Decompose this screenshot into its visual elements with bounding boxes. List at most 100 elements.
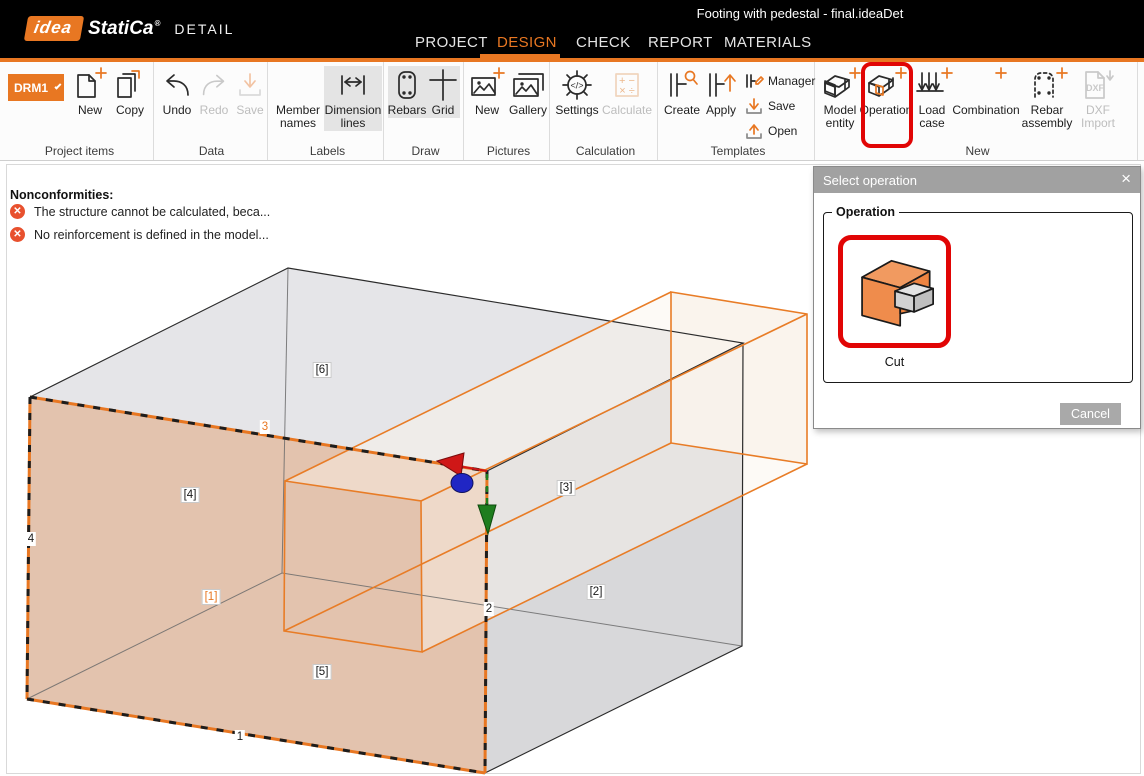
- template-manager-button[interactable]: Manager: [744, 68, 815, 93]
- new-project-item-button[interactable]: New: [70, 66, 110, 118]
- template-apply-button[interactable]: Apply: [702, 66, 740, 118]
- titlebar: idea StatiCa® DETAIL Footing with pedest…: [0, 0, 1144, 58]
- design-tab-underline: [480, 54, 560, 62]
- undo-button[interactable]: Undo: [158, 66, 196, 118]
- group-templates: Create Apply Manager Save Open Templates: [662, 62, 815, 160]
- face-label-6: [6]: [312, 362, 332, 378]
- calculate-icon: + − × ÷: [615, 73, 639, 97]
- module-name: DETAIL: [174, 20, 235, 37]
- gear-icon: </>: [562, 70, 592, 100]
- cut-box-end-face[interactable]: [671, 292, 807, 464]
- dxf-import-button[interactable]: DXF DXF Import: [1076, 66, 1120, 131]
- svg-text:A: A: [288, 71, 308, 101]
- dimension-lines-toggle[interactable]: Dimension lines: [324, 66, 382, 131]
- face-label-1: [1]: [201, 589, 221, 605]
- y-axis-blue-cone: [450, 473, 474, 493]
- model-entity-icon: [824, 67, 861, 98]
- cut-operation-tile[interactable]: [838, 235, 951, 348]
- dimension-arrows-icon: [341, 75, 365, 95]
- face-label-2: [2]: [586, 584, 606, 600]
- operation-cut-icon: [868, 67, 907, 97]
- group-data: Undo Redo Save Data: [156, 62, 268, 160]
- error-icon: ✕: [10, 227, 25, 242]
- copy-icon: [117, 70, 140, 98]
- operation-groupbox: Operation Cut: [823, 205, 1133, 383]
- tab-materials[interactable]: MATERIALS: [724, 34, 812, 51]
- save-icon: [239, 73, 261, 96]
- edge-label-1: 1: [234, 730, 246, 744]
- drm1-dropdown[interactable]: DRM1: [8, 74, 64, 101]
- template-manager-icon: [746, 73, 764, 88]
- group-labels: A Member names Dimension lines Labels: [272, 62, 384, 160]
- nonconformities-title: Nonconformities:: [10, 188, 114, 202]
- cancel-button[interactable]: Cancel: [1060, 403, 1121, 425]
- grid-axes-icon: [429, 69, 457, 101]
- copy-project-item-button[interactable]: Copy: [110, 66, 150, 118]
- template-save-button[interactable]: Save: [744, 93, 815, 118]
- tab-report[interactable]: REPORT: [648, 34, 713, 51]
- group-caption: New: [965, 144, 990, 158]
- registered-mark: ®: [154, 19, 161, 29]
- svg-text:</>: </>: [570, 81, 583, 91]
- ribbon: DRM1 New Copy Project items Undo Redo Sa…: [0, 62, 1144, 161]
- edge-label-3: 3: [259, 420, 271, 434]
- new-model-entity-button[interactable]: Model entity: [818, 66, 862, 131]
- svg-text:DXF: DXF: [1086, 83, 1105, 93]
- group-pictures: New Gallery Pictures: [468, 62, 550, 160]
- idea-statica-detail-window: idea StatiCa® DETAIL Footing with pedest…: [0, 0, 1144, 776]
- new-load-case-button[interactable]: Load case: [910, 66, 954, 131]
- new-operation-button[interactable]: Operation: [860, 66, 912, 118]
- group-new: Model entity Operation Load case Σ Combi…: [818, 62, 1138, 160]
- template-create-button[interactable]: Create: [662, 66, 702, 118]
- group-draw: Rebars Grid Draw: [388, 62, 464, 160]
- select-operation-dialog: Select operation × Operation Cut Cancel: [813, 166, 1141, 429]
- settings-button[interactable]: </> Settings: [554, 66, 600, 118]
- letter-a-icon: A: [280, 67, 316, 103]
- nonconformity-item: ✕ No reinforcement is defined in the mod…: [10, 227, 269, 242]
- group-project-items: DRM1 New Copy Project items: [6, 62, 154, 160]
- edge-label-2: 2: [483, 602, 495, 616]
- template-create-icon: [670, 70, 698, 97]
- dialog-header[interactable]: Select operation ×: [814, 167, 1140, 193]
- new-picture-button[interactable]: New: [468, 66, 506, 118]
- tab-check[interactable]: CHECK: [576, 34, 631, 51]
- load-case-icon: [916, 67, 953, 92]
- undo-icon: [166, 74, 189, 96]
- statica-logo-text: StatiCa®: [88, 17, 161, 39]
- member-names-toggle[interactable]: A Member names: [272, 66, 324, 131]
- group-caption: Templates: [710, 144, 766, 158]
- group-caption: Calculation: [575, 144, 636, 158]
- template-open-button[interactable]: Open: [744, 118, 815, 143]
- app-logo: idea StatiCa® DETAIL: [23, 16, 235, 41]
- rebars-toggle[interactable]: Rebars: [388, 66, 426, 118]
- gallery-icon: [513, 73, 544, 97]
- face-label-4: [4]: [180, 487, 200, 503]
- save-button[interactable]: Save: [232, 66, 268, 118]
- grid-toggle[interactable]: Grid: [426, 66, 460, 118]
- calculate-button[interactable]: + − × ÷ Calculate: [600, 66, 654, 118]
- rebar-stirrup-icon: [398, 71, 416, 99]
- close-icon[interactable]: ×: [1121, 169, 1131, 189]
- new-combination-button[interactable]: Σ Combination: [952, 66, 1020, 118]
- error-icon: ✕: [10, 204, 25, 219]
- new-picture-icon: [471, 67, 505, 96]
- dxf-file-icon: DXF: [1085, 70, 1114, 99]
- svg-text:Σ: Σ: [969, 70, 988, 103]
- redo-icon: [202, 74, 225, 96]
- tab-design[interactable]: DESIGN: [497, 34, 557, 51]
- group-caption: Labels: [309, 144, 346, 158]
- tab-project[interactable]: PROJECT: [415, 34, 488, 51]
- new-document-icon: [77, 67, 107, 98]
- group-caption: Draw: [411, 144, 440, 158]
- face-label-5: [5]: [312, 664, 332, 680]
- template-apply-icon: [709, 73, 736, 97]
- template-save-icon: [746, 97, 762, 114]
- gallery-button[interactable]: Gallery: [506, 66, 550, 118]
- redo-button[interactable]: Redo: [196, 66, 232, 118]
- cut-operation-icon: [860, 259, 934, 327]
- template-open-icon: [746, 123, 762, 139]
- dialog-title: Select operation: [823, 172, 917, 188]
- operation-groupbox-label: Operation: [836, 205, 896, 219]
- idea-logo: idea: [23, 16, 85, 41]
- new-rebar-assembly-button[interactable]: Rebar assembly: [1018, 66, 1076, 131]
